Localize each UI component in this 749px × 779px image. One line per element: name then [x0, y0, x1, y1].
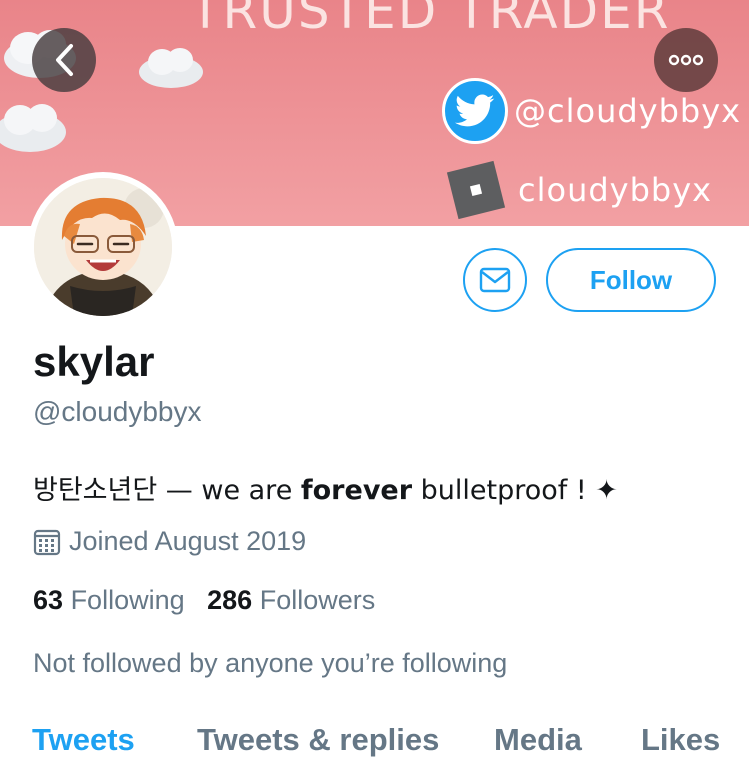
- bio-text-end: bulletproof ! ✦: [412, 475, 618, 506]
- bio-text: 방탄소년단 — we are: [33, 475, 301, 506]
- cloud-decoration: [0, 104, 66, 152]
- follow-counts: 63 Following 286 Followers: [33, 585, 375, 616]
- tab-likes[interactable]: Likes: [641, 722, 720, 758]
- more-icon: [668, 54, 704, 66]
- avatar-image: [34, 178, 172, 316]
- back-button[interactable]: [32, 28, 96, 92]
- more-options-button[interactable]: [654, 28, 718, 92]
- profile-tabs: Tweets Tweets & replies Media Likes: [0, 718, 749, 779]
- bio-bold-text: forever: [300, 475, 413, 506]
- banner-twitter-handle: @cloudybbyx: [514, 92, 742, 130]
- avatar[interactable]: [28, 172, 178, 322]
- followers-count: 286: [207, 585, 253, 615]
- joined-date: Joined August 2019: [33, 526, 306, 557]
- banner-roblox-handle: cloudybbyx: [518, 171, 713, 209]
- tab-tweets-replies[interactable]: Tweets & replies: [197, 722, 439, 758]
- calendar-icon: [33, 528, 61, 556]
- envelope-icon: [479, 267, 511, 293]
- tab-media[interactable]: Media: [494, 722, 582, 758]
- following-label: Following: [70, 585, 185, 615]
- screen-name: @cloudybbyx: [33, 396, 202, 427]
- tab-tweets[interactable]: Tweets: [32, 722, 135, 758]
- banner-title: TRUSTED TRADER: [190, 0, 671, 40]
- twitter-bird-icon: [442, 78, 508, 144]
- joined-text: Joined August 2019: [69, 526, 307, 556]
- not-followed-notice: Not followed by anyone you’re following: [33, 648, 508, 678]
- chevron-left-icon: [56, 44, 73, 76]
- roblox-handle-row: cloudybbyx: [444, 158, 712, 222]
- follow-button[interactable]: Follow: [546, 248, 716, 312]
- message-button[interactable]: [463, 248, 527, 312]
- following-count: 63: [33, 585, 64, 615]
- display-name: skylar: [33, 338, 155, 385]
- followers-link[interactable]: 286 Followers: [207, 585, 375, 615]
- cloud-decoration: [139, 48, 203, 88]
- followers-label: Followers: [259, 585, 376, 615]
- profile-bio: 방탄소년단 — we are forever bulletproof ! ✦: [33, 468, 618, 507]
- roblox-logo-icon: [444, 158, 508, 222]
- following-link[interactable]: 63 Following: [33, 585, 185, 615]
